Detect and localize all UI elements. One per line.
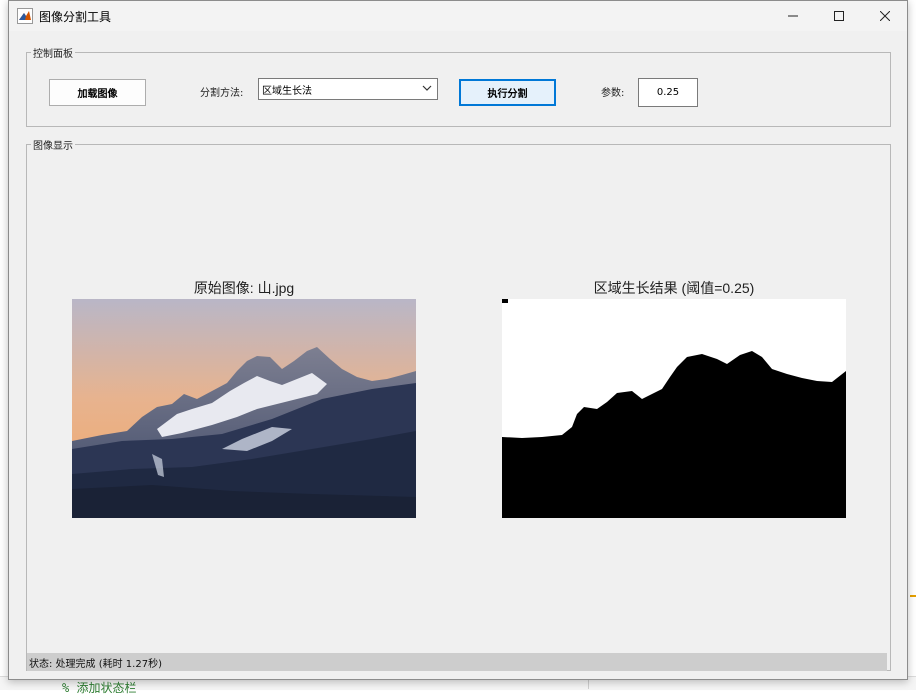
load-image-button[interactable]: 加载图像 bbox=[49, 79, 146, 106]
control-panel-legend: 控制面板 bbox=[33, 49, 73, 60]
minimize-icon bbox=[788, 15, 798, 17]
param-label: 参数: bbox=[601, 88, 625, 99]
run-segmentation-button[interactable]: 执行分割 bbox=[459, 79, 556, 106]
method-select-value: 区域生长法 bbox=[262, 85, 312, 97]
original-image-title: 原始图像: 山.jpg bbox=[193, 280, 295, 296]
close-icon bbox=[880, 11, 890, 21]
close-button[interactable] bbox=[862, 1, 908, 31]
background-marker bbox=[910, 595, 916, 597]
window-title: 图像分割工具 bbox=[39, 10, 112, 24]
app-window: 图像分割工具 控制面板 加载图像 分割方法: 区域生长法 执行分割 参数: 0.… bbox=[8, 0, 908, 680]
original-image bbox=[72, 299, 416, 518]
background-code-fragment: % 添加状态栏 bbox=[62, 681, 137, 695]
status-bar: 状态: 处理完成 (耗时 1.27秒) bbox=[27, 653, 887, 671]
result-image-title: 区域生长结果 (阈值=0.25) bbox=[593, 280, 755, 296]
display-panel-legend: 图像显示 bbox=[33, 141, 73, 152]
maximize-icon bbox=[834, 11, 844, 21]
segmentation-result-image bbox=[502, 299, 846, 518]
chevron-down-icon bbox=[422, 85, 432, 91]
matlab-logo-icon bbox=[17, 8, 33, 24]
method-select[interactable]: 区域生长法 bbox=[258, 78, 438, 100]
title-bar[interactable]: 图像分割工具 bbox=[9, 1, 907, 31]
method-label: 分割方法: bbox=[200, 88, 244, 99]
minimize-button[interactable] bbox=[770, 1, 816, 31]
param-input[interactable]: 0.25 bbox=[638, 78, 698, 107]
maximize-button[interactable] bbox=[816, 1, 862, 31]
